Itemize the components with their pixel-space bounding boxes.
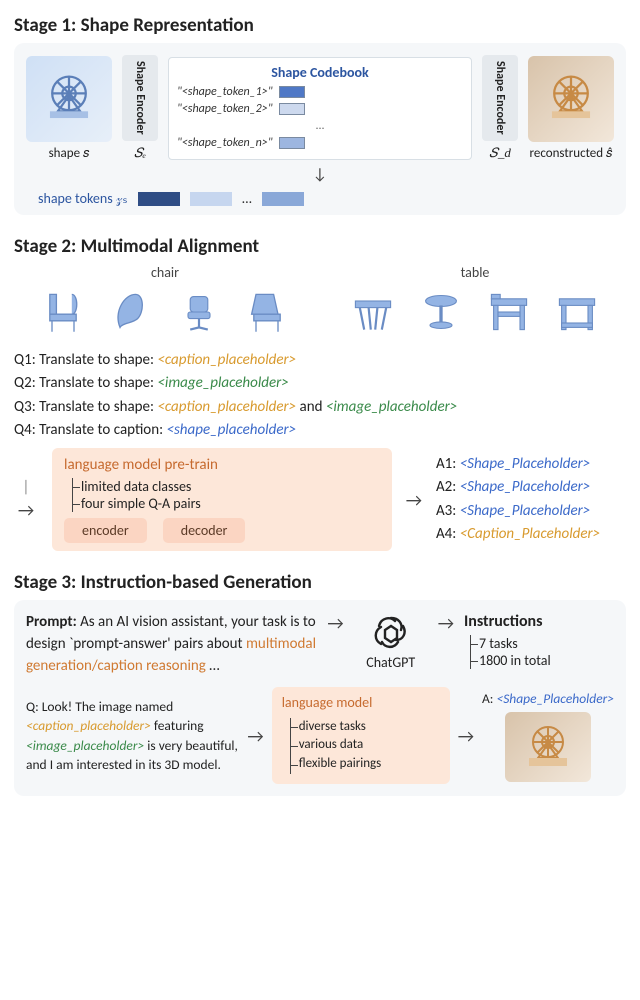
stage1-title: Stage 1: Shape Representation — [14, 14, 626, 37]
right-arrow-icon: → — [327, 612, 343, 634]
q1-line: Q1: Translate to shape: <caption_placeho… — [14, 349, 626, 372]
lm2-item: diverse tasks — [299, 718, 440, 737]
lm-title: language model pre-train — [64, 456, 380, 474]
lm-item: limited data classes — [81, 478, 380, 495]
output-shape-block: reconstructed 𝑠̂ — [528, 56, 614, 161]
lm2-item: flexible pairings — [299, 755, 440, 774]
a3-line: A3: <Shape_Placeholder> — [436, 500, 626, 523]
stage1-panel: shape 𝑠 Shape Encoder 𝑆ₑ Shape Codebook … — [14, 43, 626, 215]
lm-box-stage3: language model diverse tasks various dat… — [272, 687, 450, 784]
ferris-wheel-icon — [521, 722, 575, 772]
table-icon — [548, 283, 606, 341]
a2-line: A2: <Shape_Placeholder> — [436, 476, 626, 499]
input-shape-thumb — [26, 56, 112, 142]
stage3-title: Stage 3: Instruction-based Generation — [14, 571, 626, 594]
instructions-title: Instructions — [464, 612, 614, 631]
down-arrow-icon: │ — [23, 478, 30, 495]
shape-encoder-block: Shape Encoder — [122, 55, 158, 141]
instr-item: 7 tasks — [479, 635, 614, 652]
shape-decoder-block: Shape Encoder — [482, 55, 518, 141]
down-arrow-icon: ↓ — [26, 165, 614, 184]
codebook-entry: "<shape_token_2>" — [177, 102, 273, 116]
encoder-subbox: encoder — [64, 518, 147, 543]
chair-icon — [102, 283, 160, 341]
q3-line: Q3: Translate to shape: <caption_placeho… — [14, 396, 626, 419]
codebook-entry: "<shape_token_1>" — [177, 85, 273, 99]
prompt-text: Prompt: As an AI vision assistant, your … — [26, 612, 317, 677]
codebook-entry: "<shape_token_n>" — [177, 136, 273, 150]
lm2-item: various data — [299, 736, 440, 755]
right-arrow-icon: → — [406, 489, 422, 511]
token-swatch-icon — [279, 86, 305, 98]
chair-icon — [34, 283, 92, 341]
input-shape-label: shape 𝑠 — [26, 146, 112, 161]
shape-codebook: Shape Codebook "<shape_token_1>" "<shape… — [168, 57, 472, 160]
token-swatch-icon — [279, 103, 305, 115]
input-shape-block: shape 𝑠 — [26, 56, 112, 161]
lm-item: four simple Q-A pairs — [81, 495, 380, 512]
chair-icon — [170, 283, 228, 341]
q4-line: Q4: Translate to caption: <shape_placeho… — [14, 419, 626, 442]
codebook-title: Shape Codebook — [177, 64, 463, 81]
table-icon — [412, 283, 470, 341]
instr-item: 1800 in total — [479, 652, 614, 669]
right-arrow-icon: → — [438, 612, 454, 634]
token-swatch-icon — [279, 137, 305, 149]
lm2-title: language model — [282, 693, 440, 713]
chatgpt-label: ChatGPT — [366, 654, 415, 671]
table-group-label: table — [461, 264, 490, 281]
ferris-wheel-icon — [543, 71, 599, 127]
decoder-symbol: 𝑆_d — [489, 145, 511, 161]
shape-tokens-label: shape tokens 𝓏ₛ — [38, 190, 128, 207]
table-icon — [344, 283, 402, 341]
ferris-wheel-icon — [41, 71, 97, 127]
stage3-answer: A: <Shape_Placeholder> — [482, 689, 614, 709]
output-shape-thumb — [528, 56, 614, 142]
token-swatch-icon — [138, 192, 180, 206]
table-icon — [480, 283, 538, 341]
tokens-ellipsis: ... — [242, 190, 253, 207]
stage2-title: Stage 2: Multimodal Alignment — [14, 235, 626, 258]
lm-pretrain-box: language model pre-train limited data cl… — [52, 448, 392, 551]
chair-group-label: chair — [151, 264, 179, 281]
output-shape-label: reconstructed 𝑠̂ — [528, 146, 614, 161]
chair-icon — [238, 283, 296, 341]
decoder-subbox: decoder — [163, 518, 246, 543]
right-arrow-icon: → — [458, 723, 474, 749]
q2-line: Q2: Translate to shape: <image_placehold… — [14, 372, 626, 395]
stage3-q-text: Q: Look! The image named <caption_placeh… — [26, 697, 239, 775]
chatgpt-icon — [371, 612, 411, 652]
right-arrow-icon: → — [247, 723, 263, 749]
right-arrow-icon: → — [18, 499, 34, 521]
token-swatch-icon — [190, 192, 232, 206]
token-swatch-icon — [262, 192, 304, 206]
codebook-ellipsis: ... — [177, 119, 463, 133]
a4-line: A4: <Caption_Placeholder> — [436, 523, 626, 546]
encoder-symbol: 𝑆ₑ — [134, 145, 146, 161]
a1-line: A1: <Shape_Placeholder> — [436, 453, 626, 476]
result-shape-thumb — [505, 712, 591, 782]
